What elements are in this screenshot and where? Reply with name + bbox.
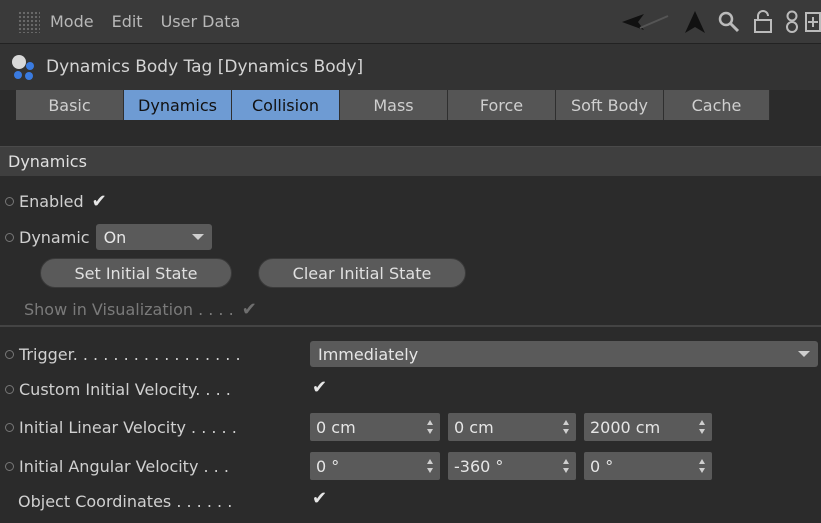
dynamics-body-tag-icon: [10, 53, 38, 81]
search-icon[interactable]: [715, 7, 743, 37]
spinner-icon[interactable]: [426, 459, 434, 473]
custom-initial-velocity-checkbox[interactable]: ✔: [312, 377, 327, 398]
linear-velocity-z-field[interactable]: 2000 cm: [584, 413, 712, 441]
tab-mass[interactable]: Mass: [340, 90, 448, 120]
menu-user-data[interactable]: User Data: [161, 12, 241, 31]
clear-initial-state-button[interactable]: Clear Initial State: [258, 258, 466, 288]
linear-velocity-x-value: 0 cm: [316, 417, 356, 437]
menu-mode[interactable]: Mode: [50, 12, 94, 31]
linear-velocity-z-value: 2000 cm: [590, 417, 661, 437]
angular-velocity-y-field[interactable]: -360 °: [448, 452, 576, 480]
keyframe-dot-icon[interactable]: [5, 461, 14, 471]
enabled-row: Enabled ✔: [0, 186, 107, 216]
tab-collision[interactable]: Collision: [232, 90, 340, 120]
custom-initial-velocity-label: Custom Initial Velocity. . . .: [19, 379, 231, 399]
keyframe-dot-icon[interactable]: [5, 349, 14, 359]
tag-title-bar: Dynamics Body Tag [Dynamics Body]: [0, 44, 821, 90]
angular-velocity-z-field[interactable]: 0 °: [584, 452, 712, 480]
show-in-visualization-row: Show in Visualization . . . . ✔: [24, 294, 257, 324]
keyframe-dot-icon[interactable]: [5, 196, 14, 206]
enabled-label: Enabled: [19, 191, 84, 211]
spinner-icon[interactable]: [562, 420, 570, 434]
show-in-visualization-label: Show in Visualization . . . .: [24, 299, 234, 319]
trigger-dropdown[interactable]: Immediately: [310, 341, 818, 367]
spinner-icon[interactable]: [426, 420, 434, 434]
tab-soft-body[interactable]: Soft Body: [556, 90, 664, 120]
dynamic-dropdown[interactable]: On: [95, 224, 212, 250]
tag-title: Dynamics Body Tag [Dynamics Body]: [46, 57, 364, 77]
object-coordinates-row: Object Coordinates . . . . . .: [18, 486, 232, 516]
spinner-icon[interactable]: [698, 459, 706, 473]
show-in-visualization-checkbox: ✔: [241, 298, 257, 320]
keyframe-dot-icon[interactable]: [5, 422, 14, 432]
drag-grip-icon[interactable]: [18, 10, 40, 33]
dynamic-value: On: [103, 227, 127, 247]
tab-bar: Basic Dynamics Collision Mass Force Soft…: [16, 90, 770, 120]
angular-velocity-x-field[interactable]: 0 °: [310, 452, 440, 480]
menu-edit[interactable]: Edit: [112, 12, 143, 31]
divider: [0, 325, 821, 327]
initial-linear-velocity-label: Initial Linear Velocity . . . . .: [19, 417, 237, 437]
initial-linear-velocity-row: Initial Linear Velocity . . . . .: [0, 412, 237, 442]
chevron-down-icon: [798, 351, 810, 357]
trigger-row: Trigger. . . . . . . . . . . . . . . . .: [0, 339, 241, 369]
object-coordinates-label: Object Coordinates . . . . . .: [18, 491, 233, 511]
back-arrow-icon[interactable]: [615, 7, 675, 37]
set-initial-state-button[interactable]: Set Initial State: [40, 258, 232, 288]
spinner-icon[interactable]: [698, 420, 706, 434]
keyframe-dot-icon[interactable]: [5, 384, 14, 394]
initial-angular-velocity-label: Initial Angular Velocity . . .: [19, 456, 229, 476]
object-coordinates-checkbox[interactable]: ✔: [312, 488, 327, 509]
dynamic-row: Dynamic On: [0, 222, 212, 252]
lock-icon[interactable]: [749, 7, 777, 37]
trigger-label: Trigger. . . . . . . . . . . . . . . . .: [19, 344, 241, 364]
menu-bar: Mode Edit User Data: [0, 0, 821, 44]
tab-basic[interactable]: Basic: [16, 90, 124, 120]
tab-dynamics[interactable]: Dynamics: [124, 90, 232, 120]
angular-velocity-x-value: 0 °: [316, 456, 340, 476]
custom-initial-velocity-row: Custom Initial Velocity. . . .: [0, 374, 231, 404]
new-panel-icon[interactable]: [805, 7, 821, 37]
linear-velocity-x-field[interactable]: 0 cm: [310, 413, 440, 441]
dynamic-label: Dynamic: [19, 227, 90, 247]
linear-velocity-y-value: 0 cm: [454, 417, 494, 437]
spinner-icon[interactable]: [562, 459, 570, 473]
enabled-checkbox[interactable]: ✔: [92, 191, 107, 212]
linear-velocity-y-field[interactable]: 0 cm: [448, 413, 576, 441]
toolbar-icons: [609, 0, 821, 44]
angular-velocity-y-value: -360 °: [454, 456, 504, 476]
initial-angular-velocity-row: Initial Angular Velocity . . .: [0, 451, 229, 481]
chevron-down-icon: [191, 234, 204, 240]
trigger-value: Immediately: [318, 344, 419, 364]
section-header-dynamics: Dynamics: [0, 146, 821, 176]
tab-force[interactable]: Force: [448, 90, 556, 120]
link-icon[interactable]: [783, 7, 801, 37]
keyframe-dot-icon[interactable]: [5, 232, 14, 242]
tab-cache[interactable]: Cache: [664, 90, 770, 120]
up-arrow-icon[interactable]: [681, 7, 709, 37]
angular-velocity-z-value: 0 °: [590, 456, 614, 476]
